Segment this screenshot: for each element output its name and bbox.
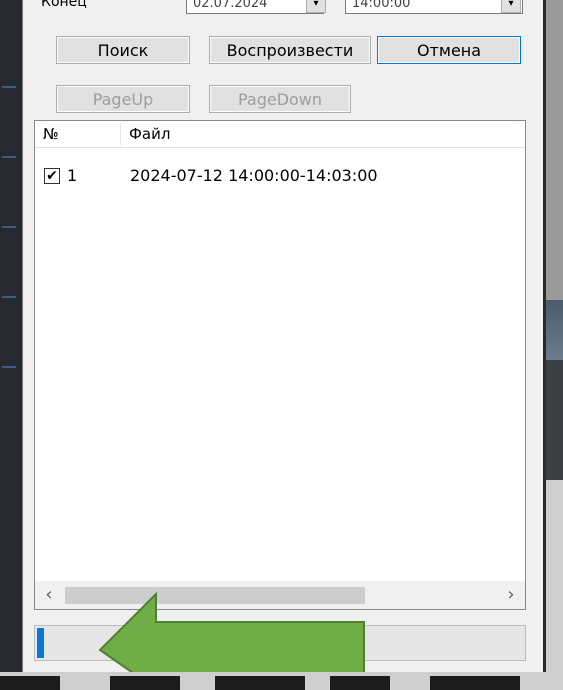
playback-search-panel: Конец 02.07.2024 ▾ 14:00:00 ▾ Поиск Восп… [22, 0, 546, 672]
cancel-button[interactable]: Отмена [377, 36, 521, 64]
column-header-file[interactable]: Файл [121, 121, 521, 147]
background-right-strip [544, 0, 563, 690]
scroll-left-icon[interactable]: ‹ [39, 585, 59, 605]
check-icon: ✔ [46, 168, 58, 184]
progress-fill [37, 628, 44, 658]
page-down-button[interactable]: PageDown [209, 85, 351, 113]
search-button[interactable]: Поиск [56, 36, 190, 64]
row-number: 1 [67, 166, 78, 185]
page-up-button[interactable]: PageUp [56, 85, 190, 113]
row-checkbox[interactable]: ✔ [44, 168, 60, 184]
row-file-name: 2024-07-12 14:00:00-14:03:00 [130, 166, 378, 185]
background-bottom-strip [0, 672, 563, 690]
list-item[interactable]: ✔ 1 2024-07-12 14:00:00-14:03:00 [35, 165, 525, 189]
play-button[interactable]: Воспроизвести [209, 36, 371, 64]
file-list[interactable]: № Файл ✔ 1 2024-07-12 14:00:00-14:03:00 … [34, 120, 526, 610]
end-time-row: Конец 02.07.2024 ▾ 14:00:00 ▾ [23, 0, 543, 16]
end-date-field[interactable]: 02.07.2024 [186, 0, 324, 14]
background-left-strip [0, 0, 24, 690]
end-label: Конец [41, 0, 87, 10]
time-dropdown-button[interactable]: ▾ [501, 0, 521, 13]
column-header-number[interactable]: № [35, 121, 120, 147]
scroll-right-icon[interactable]: › [501, 585, 521, 605]
end-time-field[interactable]: 14:00:00 [345, 0, 523, 14]
list-header: № Файл [35, 121, 525, 148]
date-picker-button[interactable]: ▾ [306, 0, 326, 13]
